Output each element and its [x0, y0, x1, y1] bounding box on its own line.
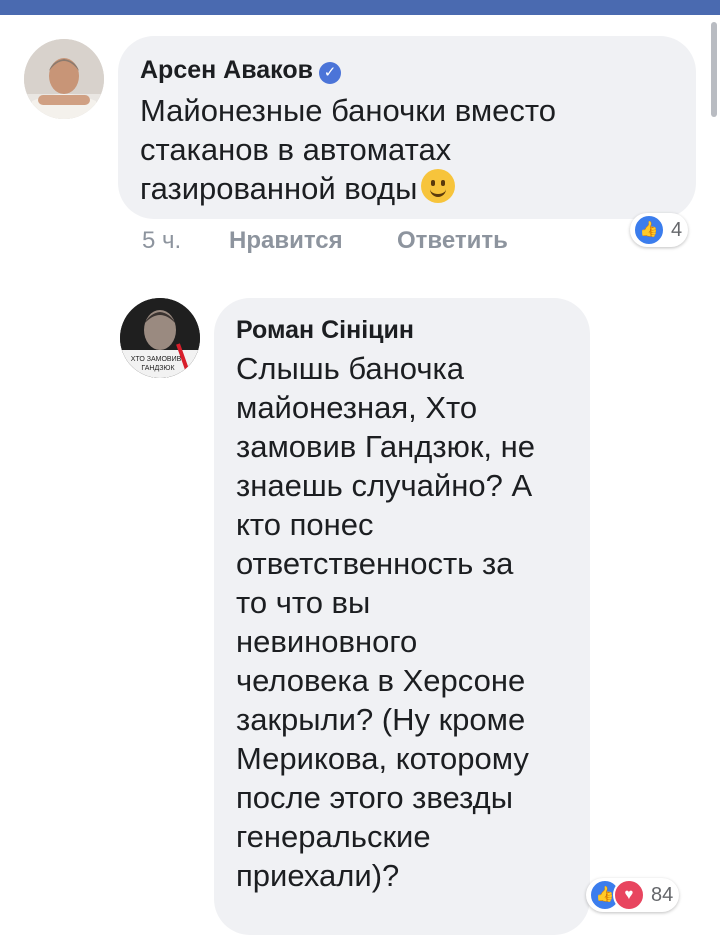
reaction-summary[interactable]: 👍 4 [630, 213, 689, 247]
svg-text:ГАНДЗЮК: ГАНДЗЮК [141, 365, 175, 372]
reaction-count: 84 [651, 883, 674, 906]
comment-text: Майонезные баночки вместо стаканов в авт… [140, 93, 556, 206]
avatar-caption: ХТО ЗАМОВИВ [131, 356, 182, 363]
like-reaction-icon: 👍 [633, 214, 665, 246]
like-button[interactable]: Нравится [229, 227, 343, 255]
comment-bubble: Арсен Аваков ✓ Майонезные баночки вместо … [118, 36, 696, 219]
comment-author[interactable]: Арсен Аваков ✓ [140, 56, 341, 85]
scrollbar[interactable] [711, 22, 717, 117]
reaction-summary[interactable]: 👍 ♥ 84 [586, 878, 680, 912]
profile-photo [24, 39, 104, 119]
comment-timestamp[interactable]: 5 ч. [142, 227, 181, 255]
reply-button[interactable]: Ответить [397, 227, 508, 255]
love-reaction-icon: ♥ [613, 879, 645, 911]
avatar-arsen-avakov[interactable] [24, 39, 104, 119]
comment-bubble: Роман Сініцин Слышь баночка майонезная, … [214, 298, 590, 935]
comment-author[interactable]: Роман Сініцин [236, 316, 414, 345]
reaction-count: 4 [671, 218, 683, 241]
slightly-smiling-face-icon [421, 169, 456, 203]
comment-text: Слышь баночка майонезная, Хто замовив Га… [236, 351, 535, 893]
verified-badge-icon: ✓ [319, 62, 341, 84]
avatar-roman-sinitsyn[interactable]: ХТО ЗАМОВИВ ГАНДЗЮК [120, 298, 200, 378]
profile-photo: ХТО ЗАМОВИВ ГАНДЗЮК [120, 298, 200, 378]
top-bar [0, 0, 720, 15]
